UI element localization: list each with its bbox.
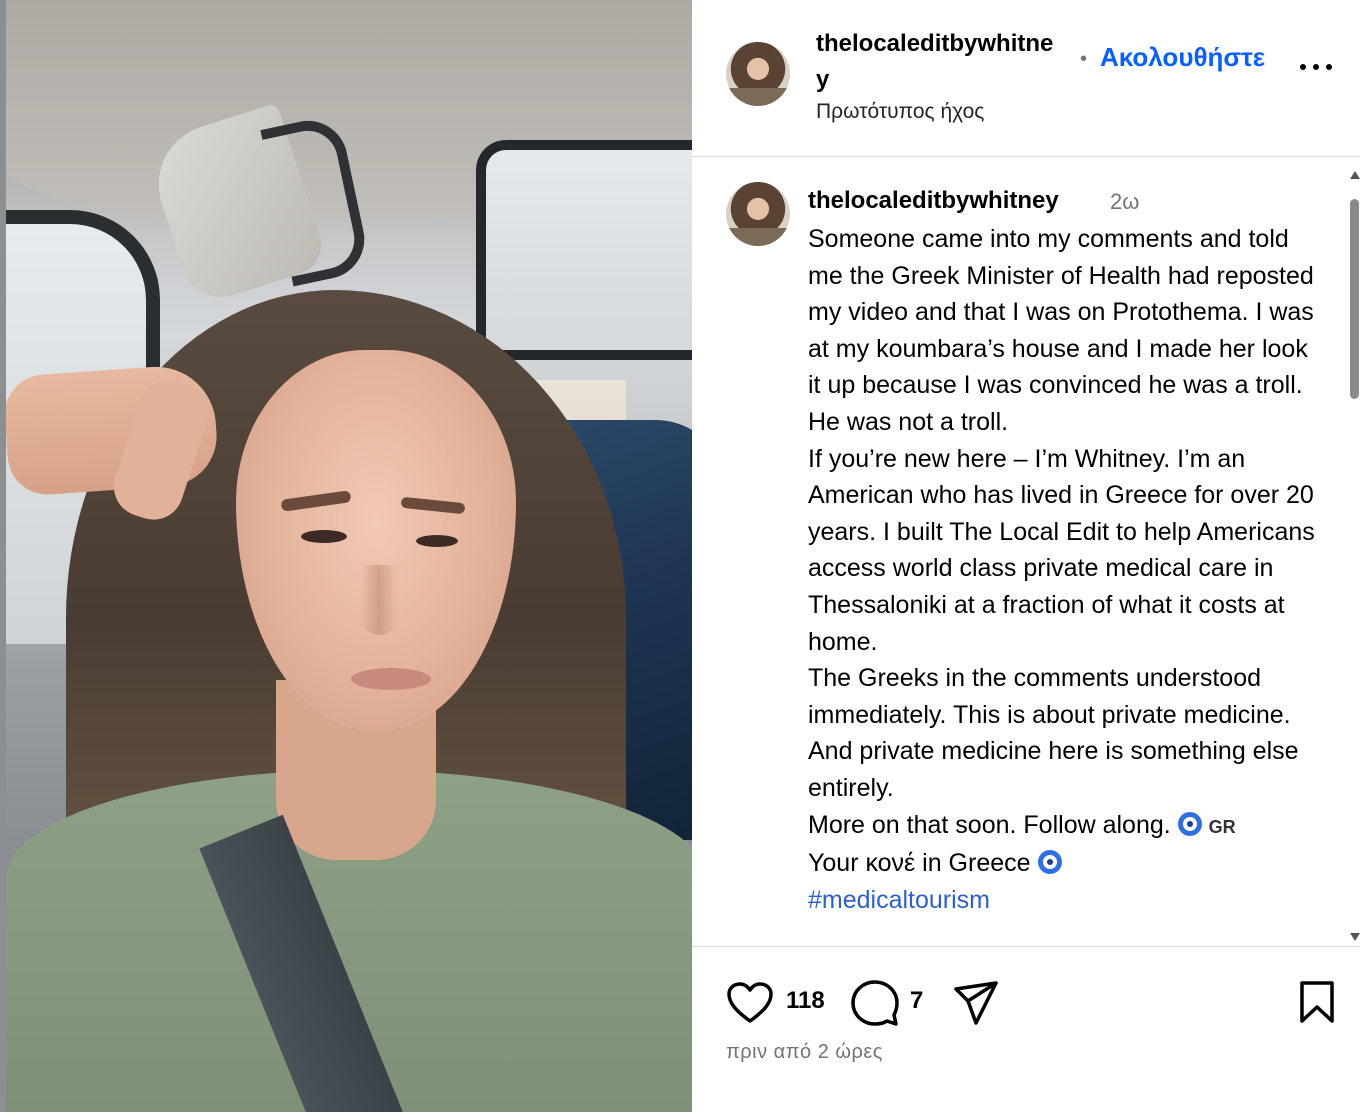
caption-paragraph: If you’re new here – I’m Whitney. I’m an… [808,444,1315,656]
post-panel: thelocaleditbywhitney • Ακολουθήστε Πρωτ… [692,0,1360,1112]
author-username[interactable]: thelocaleditbywhitney [816,26,1066,98]
caption-tagline: Your κονέ in Greece [808,845,1318,882]
caption-follow-line: More on that soon. Follow along. GR [808,807,1318,846]
video-frame [6,0,692,1112]
scroll-up-arrow-icon[interactable] [1350,171,1360,179]
scroll-down-arrow-icon[interactable] [1350,933,1360,941]
post-header: thelocaleditbywhitney • Ακολουθήστε Πρωτ… [692,0,1360,157]
like-count[interactable]: 118 [786,987,825,1015]
caption-hashtag-line: #medicaltourism [808,882,1318,919]
caption-text: Someone came into my comments and told m… [808,221,1318,918]
caption-scrollbar[interactable] [1348,171,1360,941]
heart-icon[interactable] [726,981,774,1025]
follow-button[interactable]: Ακολουθήστε [1100,42,1265,73]
greece-flag-icon: GR [1208,816,1236,837]
nazar-eye-icon [1037,850,1062,875]
caption-paragraph: He was not a troll. [808,407,1009,436]
car-rear-window [476,140,692,360]
tagline-text: Your κονέ in Greece [808,849,1031,878]
caption-avatar[interactable] [726,182,790,246]
caption-paragraph: Someone came into my comments and told m… [808,225,1314,400]
mouth [351,668,431,690]
video-media[interactable] [0,0,692,1112]
follow-line-text: More on that soon. Follow along. [808,810,1171,839]
bookmark-icon[interactable] [1298,979,1336,1025]
comment-icon[interactable] [850,979,900,1029]
separator-dot: • [1080,48,1088,70]
share-icon[interactable] [952,979,1000,1027]
caption-username[interactable]: thelocaleditbywhitney [808,187,1059,215]
right-eye [416,535,458,547]
caption-area[interactable]: thelocaleditbywhitney 2ω Someone came in… [692,157,1360,946]
author-avatar[interactable] [726,42,790,106]
comment-count[interactable]: 7 [910,987,923,1015]
hashtag-link[interactable]: #medicaltourism [808,886,990,914]
left-eye [301,530,347,543]
post-timestamp[interactable]: πριν από 2 ώρες [726,1041,883,1064]
scrollbar-thumb[interactable] [1350,199,1359,399]
nazar-eye-icon [1177,811,1202,836]
nose [361,565,397,635]
caption-time[interactable]: 2ω [1110,189,1139,215]
audio-label[interactable]: Πρωτότυπος ήχος [816,100,984,124]
caption-paragraph: The Greeks in the comments understood im… [808,664,1299,802]
actions-bar: 118 7 πριν από 2 ώρες [692,946,1360,1113]
more-options-icon[interactable] [1298,50,1338,80]
